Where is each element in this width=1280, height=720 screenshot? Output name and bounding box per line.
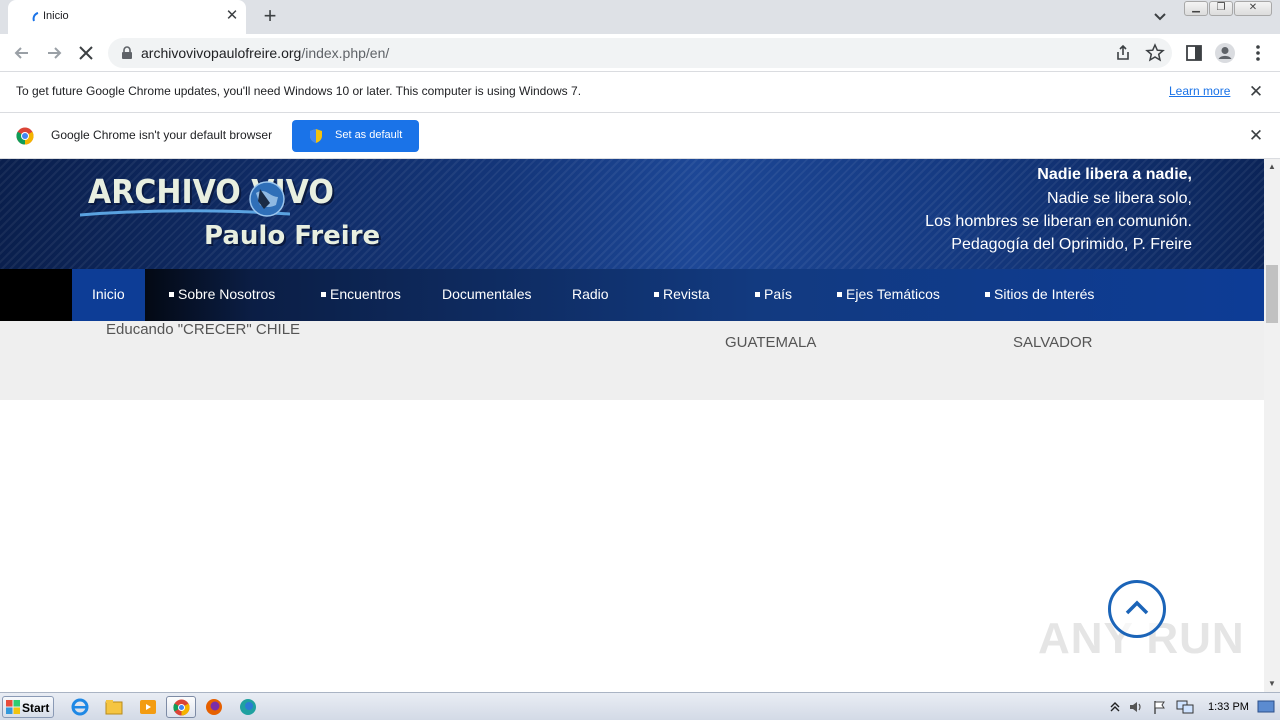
network-icon[interactable] [1176,699,1194,715]
default-infobar-close-icon[interactable]: ✕ [1247,127,1265,145]
content-link-salvador[interactable]: SALVADOR [1013,334,1092,351]
windows-taskbar: Start 1:33 PM [0,692,1280,720]
scroll-to-top-button[interactable] [1108,580,1166,638]
new-tab-button[interactable]: + [259,5,281,28]
file-explorer-icon[interactable] [101,696,127,718]
tab-search-chevron-icon[interactable] [1150,8,1170,26]
edge-icon[interactable] [235,696,261,718]
vertical-scrollbar[interactable]: ▲ ▼ [1264,159,1280,692]
page-viewport: ARCHIVO VIVO Paulo Freire Nadie libera a… [0,159,1280,692]
globe-icon [249,181,285,217]
chrome-logo-icon [16,127,34,145]
nav-ejes-tematicos[interactable]: Ejes Temáticos [837,269,940,321]
nav-documentales[interactable]: Documentales [442,269,532,321]
nav-pais[interactable]: País [755,269,792,321]
quote-line-2: Nadie se libera solo, [1047,190,1192,207]
nav-radio[interactable]: Radio [572,269,609,321]
volume-icon[interactable] [1128,699,1144,715]
content-link-crecer-chile[interactable]: Educando "CRECER" CHILE [106,321,300,338]
quote-line-1: Nadie libera a nadie, [1037,166,1192,183]
restore-button[interactable]: ❐ [1209,1,1233,16]
tab-strip: Inicio ✕ + ▁ ❐ ✕ [0,0,1280,34]
quote-line-3: Los hombres se liberan en comunión. [925,213,1192,230]
minimize-button[interactable]: ▁ [1184,1,1208,16]
update-infobar: To get future Google Chrome updates, you… [0,72,1280,113]
bookmark-star-icon[interactable] [1144,42,1166,64]
address-bar[interactable]: archivovivopaulofreire.org/index.php/en/ [108,38,1172,68]
quote-line-4: Pedagogía del Oprimido, P. Freire [951,236,1192,253]
back-icon[interactable] [11,42,33,64]
tab-close-icon[interactable]: ✕ [224,8,240,24]
tab-inicio[interactable]: Inicio ✕ [8,0,246,34]
window-close-button[interactable]: ✕ [1234,1,1272,16]
logo-subtitle[interactable]: Paulo Freire [204,221,380,251]
firefox-icon[interactable] [201,696,227,718]
update-infobar-close-icon[interactable]: ✕ [1247,83,1265,101]
url-text[interactable]: archivovivopaulofreire.org/index.php/en/ [141,45,389,61]
chrome-taskbar-button[interactable] [166,696,196,718]
chevron-up-icon [1125,600,1149,615]
logo-title[interactable]: ARCHIVO VIVO [88,173,334,212]
share-icon[interactable] [1112,42,1134,64]
nav-sobre-nosotros[interactable]: Sobre Nosotros [169,269,275,321]
menu-kebab-icon[interactable] [1247,42,1269,64]
tray-expand-icon[interactable] [1110,700,1120,714]
internet-explorer-icon[interactable] [67,696,93,718]
show-desktop-icon[interactable] [1256,699,1276,715]
content-link-guatemala[interactable]: GUATEMALA [725,334,816,351]
uac-shield-icon [310,129,322,143]
system-tray [1104,696,1280,718]
profile-avatar-icon[interactable] [1214,42,1236,64]
site-header: ARCHIVO VIVO Paulo Freire Nadie libera a… [0,159,1264,269]
taskbar-clock[interactable]: 1:33 PM [1208,701,1249,713]
scroll-down-arrow-icon[interactable]: ▼ [1264,676,1280,692]
default-browser-message: Google Chrome isn't your default browser [51,128,273,142]
lock-icon[interactable] [120,46,134,60]
nav-sitios-de-interes[interactable]: Sitios de Interés [985,269,1094,321]
forward-icon[interactable] [43,42,65,64]
nav-revista[interactable]: Revista [654,269,710,321]
default-browser-infobar: Google Chrome isn't your default browser… [0,113,1280,159]
media-player-icon[interactable] [135,696,161,718]
windows-flag-icon [6,700,20,714]
set-as-default-button[interactable]: Set as default [292,120,419,152]
learn-more-link[interactable]: Learn more [1169,84,1230,98]
nav-inicio[interactable]: Inicio [72,269,145,321]
nav-encuentros[interactable]: Encuentros [321,269,401,321]
scrollbar-thumb[interactable] [1266,265,1278,323]
action-center-flag-icon[interactable] [1152,699,1168,715]
content-strip: Educando "CRECER" CHILE GUATEMALA SALVAD… [0,321,1264,400]
main-nav: Inicio Sobre Nosotros Encuentros Documen… [0,269,1264,321]
side-panel-icon[interactable] [1183,42,1205,64]
tab-title: Inicio [43,10,69,22]
start-button[interactable]: Start [2,696,54,718]
update-message: To get future Google Chrome updates, you… [16,84,582,98]
stop-loading-icon[interactable] [75,42,97,64]
browser-toolbar: archivovivopaulofreire.org/index.php/en/ [0,34,1280,72]
chrome-icon [173,699,190,716]
scroll-up-arrow-icon[interactable]: ▲ [1264,159,1280,175]
